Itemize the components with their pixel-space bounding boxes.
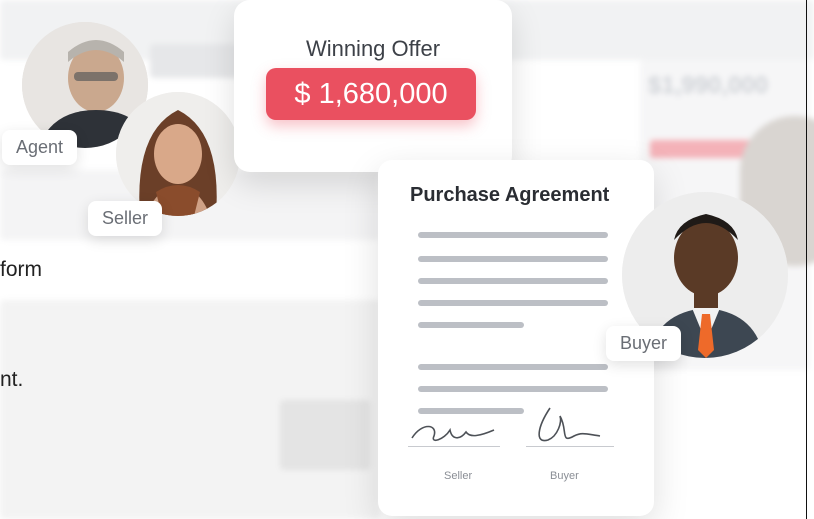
seller-tag: Seller <box>88 201 163 236</box>
winning-offer-card: Winning Offer $ 1,680,000 <box>234 0 512 172</box>
document-line <box>418 278 608 284</box>
buyer-tag: Buyer <box>606 326 682 361</box>
document-line <box>418 364 608 370</box>
offer-title: Winning Offer <box>305 36 441 61</box>
document-line <box>418 386 608 392</box>
blurred-price: $1,990,000 <box>648 72 769 99</box>
buyer-signature-label: Buyer <box>550 470 579 482</box>
offer-price-badge: $ 1,680,000 <box>266 68 476 120</box>
hero-illustration: $1,990,000 form nt. Agent Seller Winning… <box>0 0 814 519</box>
document-line <box>418 322 524 328</box>
frame-edge <box>806 0 807 519</box>
seller-signature-label: Seller <box>444 470 473 482</box>
seller-portrait-icon <box>116 92 240 216</box>
side-text-line1: form <box>0 258 42 281</box>
agent-tag: Agent <box>2 130 78 165</box>
seller-signature-line <box>408 446 500 447</box>
agreement-title: Purchase Agreement <box>410 184 610 206</box>
seller-avatar <box>116 92 240 216</box>
buyer-signature-icon <box>538 407 601 442</box>
buyer-signature-line <box>526 446 614 447</box>
document-line <box>418 300 608 306</box>
document-line <box>418 256 608 262</box>
document-line <box>418 232 608 238</box>
seller-signature-icon <box>411 425 495 442</box>
side-text-line2: nt. <box>0 368 24 391</box>
